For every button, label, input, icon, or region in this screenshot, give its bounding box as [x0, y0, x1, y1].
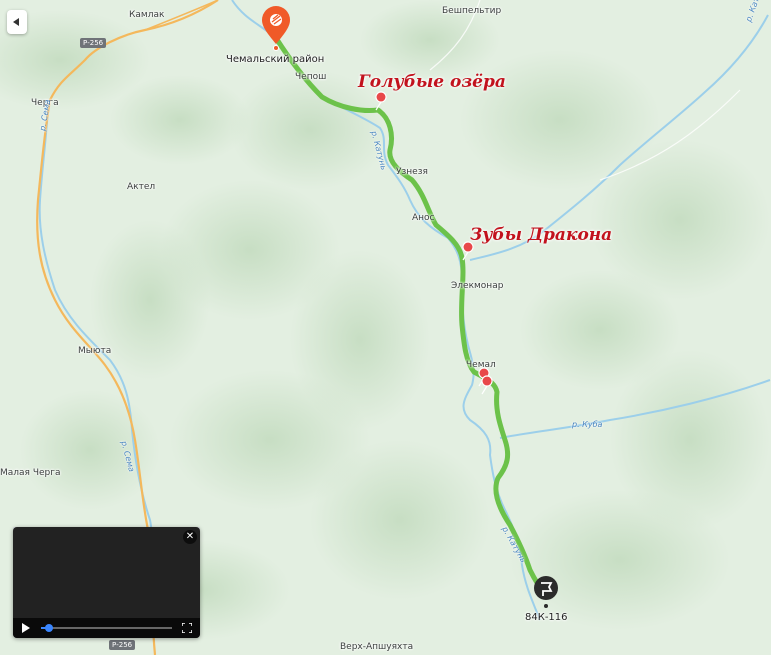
- close-icon[interactable]: ✕: [183, 530, 197, 544]
- place-elekmonar: Элекмонар: [451, 281, 504, 291]
- place-myuta: Мыюта: [78, 346, 112, 356]
- river-kuba: р. Куба: [572, 420, 603, 429]
- annotation-dragon-teeth: Зубы Дракона: [470, 225, 613, 245]
- panorama-progress-handle[interactable]: [44, 624, 53, 632]
- road-badge-top: Р-256: [80, 38, 107, 48]
- start-label: Чемальский район: [226, 54, 325, 65]
- panorama-controls: [13, 618, 200, 638]
- road-badge-bottom: Р-256: [109, 640, 136, 650]
- end-label: 84К-116: [525, 612, 568, 623]
- collapse-arrow-icon: [13, 18, 19, 26]
- fullscreen-icon[interactable]: [182, 623, 192, 633]
- place-chepos: Чепош: [295, 72, 327, 82]
- place-uznezya: Узнезя: [396, 167, 428, 177]
- annotation-blue-lakes: Голубые озёра: [358, 72, 506, 92]
- place-aktel: Актел: [127, 182, 156, 192]
- place-beshpeltir: Бешпельтир: [442, 6, 502, 16]
- place-kamlak: Камлак: [129, 10, 165, 20]
- place-chemal: Чемал: [466, 360, 496, 370]
- play-icon[interactable]: [22, 623, 30, 633]
- place-verkh-apshuyakhta: Верх-Апшуяхта: [340, 642, 414, 652]
- panorama-progress[interactable]: [41, 624, 172, 632]
- place-malaya-cherga: Малая Черга: [0, 468, 61, 478]
- place-anos: Анос: [412, 213, 435, 223]
- panorama-player[interactable]: ✕: [13, 527, 200, 638]
- collapse-panel-button[interactable]: [7, 10, 27, 34]
